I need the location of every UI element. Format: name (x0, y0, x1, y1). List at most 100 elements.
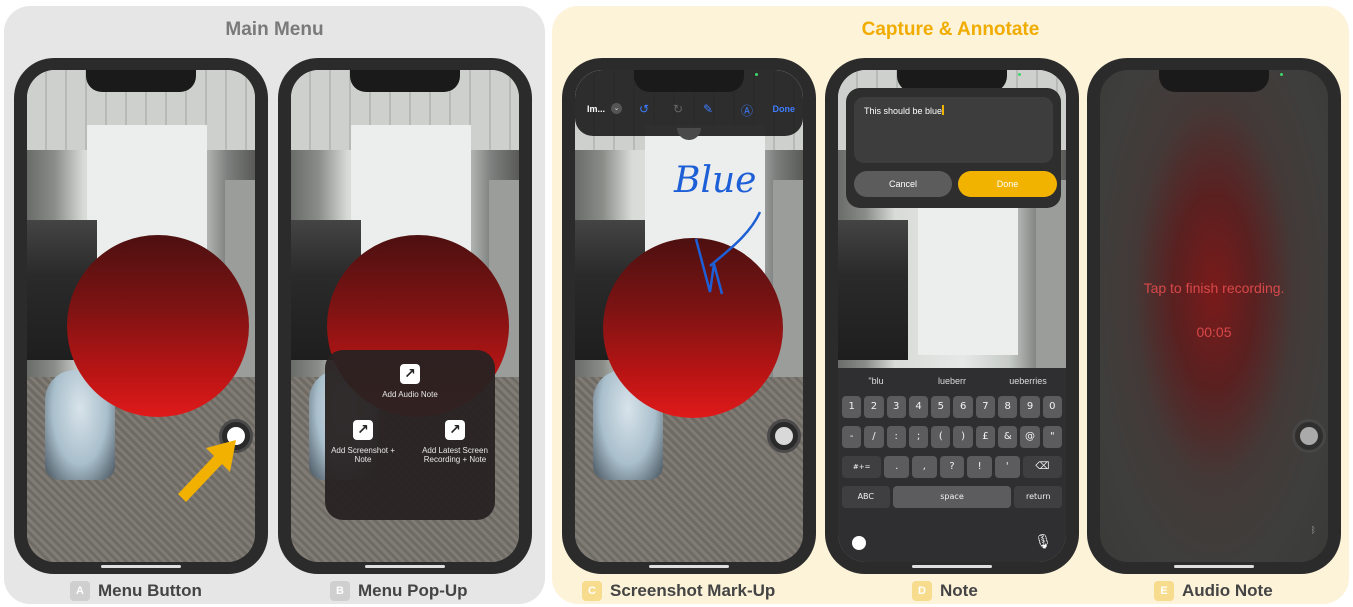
key-row-symbols: - / : ; ( ) £ & @ " (842, 426, 1062, 448)
key[interactable]: 9 (1020, 396, 1040, 418)
ar-red-sphere (67, 235, 249, 417)
caption-label: Audio Note (1182, 581, 1273, 600)
panel-title-main-menu: Main Menu (225, 19, 324, 40)
home-indicator (365, 565, 445, 568)
menu-popup: ↗ Add Audio Note ↗ Add Screenshot + Note… (325, 350, 495, 520)
done-button[interactable]: Done (958, 171, 1057, 197)
backspace-icon[interactable]: ⌫ (1022, 456, 1063, 478)
text-cursor (942, 105, 945, 115)
space-key[interactable]: space (892, 486, 1012, 508)
key-row-punctuation: #+= . , ? ! ' ⌫ (842, 456, 1063, 478)
microphone-icon[interactable]: 🎙 (1034, 534, 1052, 550)
suggestion-item[interactable]: "blu (838, 372, 914, 390)
panel-title-capture-annotate: Capture & Annotate (861, 19, 1040, 40)
home-indicator (1174, 565, 1254, 568)
desks (838, 220, 908, 360)
key[interactable]: ) (953, 426, 973, 448)
key[interactable]: £ (975, 426, 996, 448)
key[interactable]: : (886, 426, 906, 448)
key[interactable]: ' (994, 456, 1020, 478)
return-key[interactable]: return (1014, 486, 1063, 508)
arrow-up-right-icon: ↗ (400, 364, 420, 384)
keyboard: "blu lueberr ueberries 1 2 3 4 5 6 7 8 9… (838, 368, 1066, 562)
handwritten-annotation: Blue (673, 160, 762, 295)
caption-label: Menu Button (98, 581, 202, 600)
key[interactable]: ! (967, 456, 992, 478)
undo-icon[interactable]: ↺ (639, 102, 649, 116)
key[interactable]: . (884, 456, 910, 478)
camera-indicator-dot (1280, 73, 1283, 76)
screenshot-canvas[interactable]: Im... ⌄ ↺ ↻ ✎ Ⓐ Done Blue (575, 70, 803, 562)
key[interactable]: / (864, 426, 884, 448)
more-symbols-key[interactable]: #+= (842, 456, 882, 478)
caption-c: C Screenshot Mark-Up (582, 578, 775, 604)
key[interactable]: " (1042, 426, 1062, 448)
key[interactable]: 5 (931, 396, 951, 418)
redo-icon[interactable]: ↻ (673, 102, 683, 116)
suggestion-item[interactable]: lueberr (914, 372, 990, 390)
cancel-button[interactable]: Cancel (854, 171, 952, 197)
note-dialog: This should be blue Cancel Done (846, 88, 1061, 208)
key[interactable]: ? (939, 456, 965, 478)
camera-indicator-dot (755, 73, 758, 76)
handwriting-text: Blue (673, 160, 756, 201)
camera-indicator-dot (1018, 73, 1021, 76)
caption-letter: A (70, 581, 90, 601)
key[interactable]: ( (931, 426, 951, 448)
caption-a: A Menu Button (70, 578, 202, 604)
caption-e: E Audio Note (1154, 578, 1273, 604)
add-recording-note-button[interactable]: ↗ Add Latest Screen Recording + Note (417, 420, 493, 464)
key[interactable]: @ (1020, 426, 1040, 448)
audio-recording-screen[interactable]: Tap to finish recording. 00:05 ᛒ (1100, 70, 1328, 562)
key[interactable]: 6 (953, 396, 973, 418)
key[interactable]: - (842, 426, 862, 448)
pen-tool-icon[interactable]: ✎ (703, 102, 713, 116)
phone-e: Tap to finish recording. 00:05 ᛒ (1087, 58, 1341, 574)
phone-c: Im... ⌄ ↺ ↻ ✎ Ⓐ Done Blue (562, 58, 816, 574)
add-audio-note-button[interactable]: ↗ Add Audio Note (365, 364, 455, 399)
emoji-icon[interactable] (852, 536, 866, 550)
home-indicator (649, 565, 729, 568)
suggestion-item[interactable]: ueberries (990, 372, 1066, 390)
note-text-value: This should be blue (864, 106, 943, 116)
autocomplete-bar: "blu lueberr ueberries (838, 372, 1066, 390)
note-text-field[interactable]: This should be blue (854, 97, 1053, 163)
caption-letter: B (330, 581, 350, 601)
key[interactable]: , (912, 456, 937, 478)
key[interactable]: 2 (864, 396, 884, 418)
caption-label: Note (940, 581, 978, 600)
phone-notch (1159, 70, 1269, 92)
add-screenshot-note-label: Add Screenshot + Note (331, 446, 395, 464)
markup-title: Im... (587, 104, 606, 114)
main-menu-panel: Main Menu ↗ Add Audio Note ↗ Add Screens… (4, 6, 545, 604)
phone-a (14, 58, 268, 574)
phone-d: This should be blue Cancel Done "blu lue… (825, 58, 1079, 574)
arrow-up-right-icon: ↗ (445, 420, 465, 440)
key[interactable]: 7 (975, 396, 996, 418)
caption-d: D Note (912, 578, 978, 604)
home-indicator (101, 565, 181, 568)
key-row-bottom: ABC space return (842, 486, 1063, 508)
bluetooth-icon: ᛒ (1310, 526, 1316, 536)
note-screen: This should be blue Cancel Done "blu lue… (838, 70, 1066, 562)
phone-notch (634, 70, 744, 92)
key[interactable]: 0 (1042, 396, 1062, 418)
key[interactable]: 8 (998, 396, 1018, 418)
phone-notch (86, 70, 196, 92)
caption-b: B Menu Pop-Up (330, 578, 468, 604)
abc-key[interactable]: ABC (842, 486, 890, 508)
key[interactable]: 1 (842, 396, 862, 418)
chevron-down-icon[interactable]: ⌄ (611, 103, 622, 114)
add-screenshot-note-button[interactable]: ↗ Add Screenshot + Note (327, 420, 399, 464)
key[interactable]: ; (908, 426, 929, 448)
add-audio-note-label: Add Audio Note (382, 390, 438, 399)
markup-pen-icon[interactable]: Ⓐ (741, 102, 753, 119)
key[interactable]: 3 (886, 396, 906, 418)
menu-floating-button[interactable] (767, 419, 801, 453)
markup-done-button[interactable]: Done (773, 104, 796, 114)
key[interactable]: & (998, 426, 1018, 448)
caption-label: Menu Pop-Up (358, 581, 468, 600)
menu-floating-button[interactable] (1292, 419, 1326, 453)
caption-letter: D (912, 581, 932, 601)
key[interactable]: 4 (908, 396, 929, 418)
